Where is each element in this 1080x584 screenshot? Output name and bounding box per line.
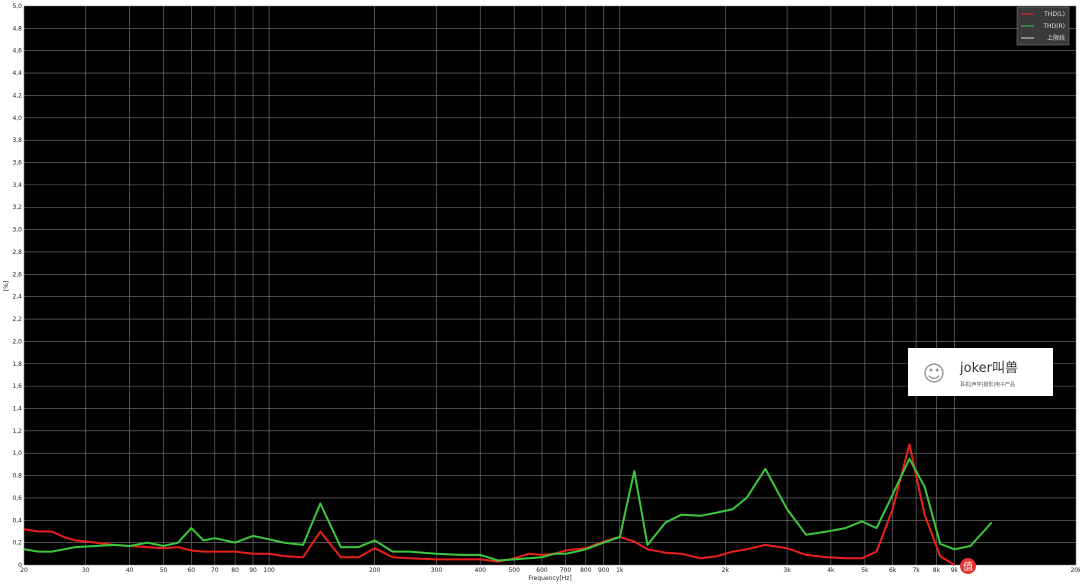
y-tick-label: 0,6	[12, 495, 22, 502]
x-tick-label: 6k	[889, 567, 897, 574]
y-tick-label: 4,4	[12, 70, 22, 77]
x-tick-label: 300	[431, 567, 443, 574]
x-tick-label: 20	[20, 567, 28, 574]
y-tick-label: 0,2	[12, 540, 22, 547]
y-tick-label: 4,8	[12, 25, 22, 32]
y-tick-label: 2,8	[12, 249, 22, 256]
y-tick-label: 5,0	[12, 3, 22, 10]
x-tick-label: 4k	[827, 567, 835, 574]
y-tick-label: 4,2	[12, 92, 22, 99]
y-tick-label: 1,0	[12, 450, 22, 457]
x-tick-label: 3k	[783, 567, 791, 574]
badge-glyph: 值	[963, 560, 973, 573]
x-tick-label: 100	[263, 567, 275, 574]
y-tick-label: 1,2	[12, 428, 22, 435]
x-tick-label: 900	[598, 567, 610, 574]
x-tick-label: 30	[82, 567, 90, 574]
x-tick-label: 500	[508, 567, 520, 574]
y-tick-label: 2,0	[12, 338, 22, 345]
x-axis-label: Frequency[Hz]	[528, 575, 571, 582]
watermark-subtitle: 耳机|声学|摄影|电子产品	[960, 381, 1015, 388]
x-tick-label: 90	[249, 567, 257, 574]
x-tick-label: 60	[187, 567, 195, 574]
x-tick-label: 2k	[722, 567, 730, 574]
y-tick-label: 3,0	[12, 227, 22, 234]
corner-badge: 值	[960, 558, 976, 574]
y-tick-label: 3,8	[12, 137, 22, 144]
x-tick-label: 40	[126, 567, 134, 574]
legend-label-thd-l: THD(L)	[1043, 11, 1065, 18]
watermark-logo-icon: ☺	[923, 362, 946, 387]
y-tick-label: 1,6	[12, 383, 22, 390]
x-tick-label: 5k	[861, 567, 869, 574]
y-tick-label: 0,4	[12, 517, 22, 524]
y-tick-label: 3,4	[12, 182, 22, 189]
y-tick-label: 4,0	[12, 115, 22, 122]
x-tick-label: 700	[560, 567, 572, 574]
y-axis-label: [%]	[3, 281, 10, 291]
legend-label-thd-r: THD(R)	[1042, 23, 1065, 30]
legend: THD(L) THD(R) 上限线	[1016, 6, 1070, 46]
y-tick-label: 2,2	[12, 316, 22, 323]
y-tick-label: 3,2	[12, 204, 22, 211]
y-tick-label: 2,6	[12, 271, 22, 278]
y-tick-label: 4,6	[12, 48, 22, 55]
watermark: ☺ joker叫兽 耳机|声学|摄影|电子产品	[908, 348, 1053, 396]
thd-chart: 00,20,40,60,81,01,21,41,61,82,02,22,42,6…	[0, 0, 1080, 584]
y-tick-label: 1,4	[12, 405, 22, 412]
x-tick-label: 200	[369, 567, 381, 574]
x-tick-label: 80	[231, 567, 239, 574]
x-tick-label: 7k	[912, 567, 920, 574]
x-tick-label: 400	[475, 567, 487, 574]
x-tick-label: 8k	[933, 567, 941, 574]
x-tick-label: 20k	[1070, 567, 1080, 574]
x-tick-label: 1k	[616, 567, 624, 574]
x-tick-label: 50	[160, 567, 168, 574]
x-tick-label: 9k	[951, 567, 959, 574]
y-tick-label: 3,6	[12, 160, 22, 167]
watermark-name: joker叫兽	[959, 361, 1018, 376]
x-tick-label: 600	[536, 567, 548, 574]
y-tick-label: 1,8	[12, 361, 22, 368]
y-tick-label: 0,8	[12, 473, 22, 480]
legend-label-limit: 上限线	[1047, 34, 1065, 42]
x-tick-label: 70	[211, 567, 219, 574]
y-tick-label: 2,4	[12, 294, 22, 301]
x-tick-label: 800	[580, 567, 592, 574]
